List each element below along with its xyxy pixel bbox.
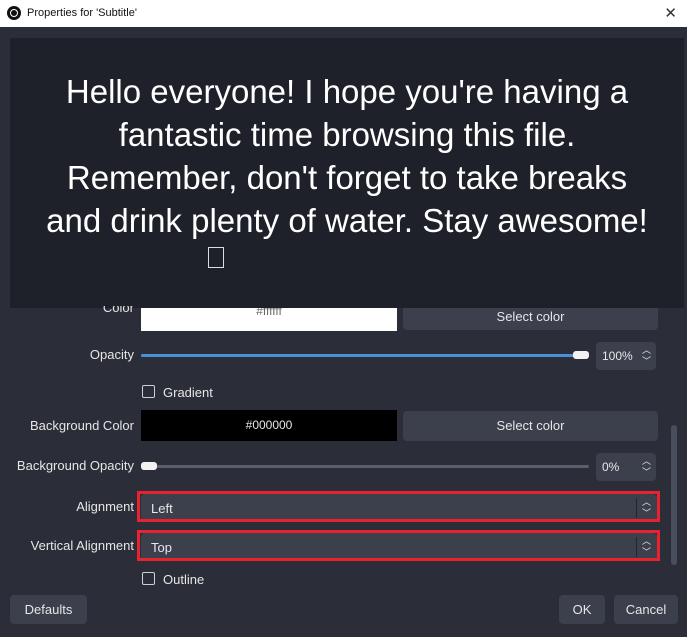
alignment-highlight [137,491,660,522]
missing-glyph-box [208,247,224,268]
background-select-color-label: Select color [496,418,565,433]
spin-arrows-icon[interactable]: ︿ ﹀ [642,345,651,367]
background-color-swatch[interactable]: #000000 [141,410,397,441]
gradient-checkbox[interactable] [142,385,155,398]
vertical-alignment-label: Vertical Alignment [30,538,134,553]
background-opacity-label: Background Opacity [16,458,134,473]
background-opacity-value: 0% [602,460,620,474]
opacity-slider[interactable] [141,354,589,357]
outline-label: Outline [163,572,205,587]
scrollbar-thumb[interactable] [671,425,677,565]
select-color-label: Select color [496,309,565,324]
close-icon[interactable]: ✕ [664,4,677,22]
text-preview: Hello everyone! I hope you're having a f… [10,38,684,308]
alignment-label: Alignment [76,499,134,514]
opacity-slider-handle[interactable] [573,351,589,359]
preview-text: Hello everyone! I hope you're having a f… [46,73,648,239]
spin-arrows-icon[interactable]: ︿ ﹀ [642,456,651,478]
window-title: Properties for 'Subtitle' [27,7,137,19]
outline-checkbox[interactable] [142,572,155,585]
background-color-label: Background Color [29,418,134,433]
color-label: Color [102,306,134,315]
opacity-spinbox[interactable]: 100% ︿ ﹀ [596,342,656,370]
obs-logo-icon [7,6,21,20]
background-opacity-slider[interactable] [141,465,589,468]
background-color-hex: #000000 [245,418,293,432]
cancel-button[interactable]: Cancel [614,595,678,624]
gradient-label: Gradient [163,385,213,400]
vertical-alignment-highlight [137,530,660,561]
title-bar: Properties for 'Subtitle' ✕ [0,0,687,27]
background-opacity-slider-handle[interactable] [141,462,157,470]
ok-button[interactable]: OK [559,595,605,624]
opacity-slider-fill [141,354,589,357]
defaults-button[interactable]: Defaults [10,595,87,624]
opacity-value: 100% [602,349,633,363]
background-opacity-spinbox[interactable]: 0% ︿ ﹀ [596,453,656,481]
opacity-label: Opacity [89,347,134,362]
background-select-color-button[interactable]: Select color [403,411,658,441]
